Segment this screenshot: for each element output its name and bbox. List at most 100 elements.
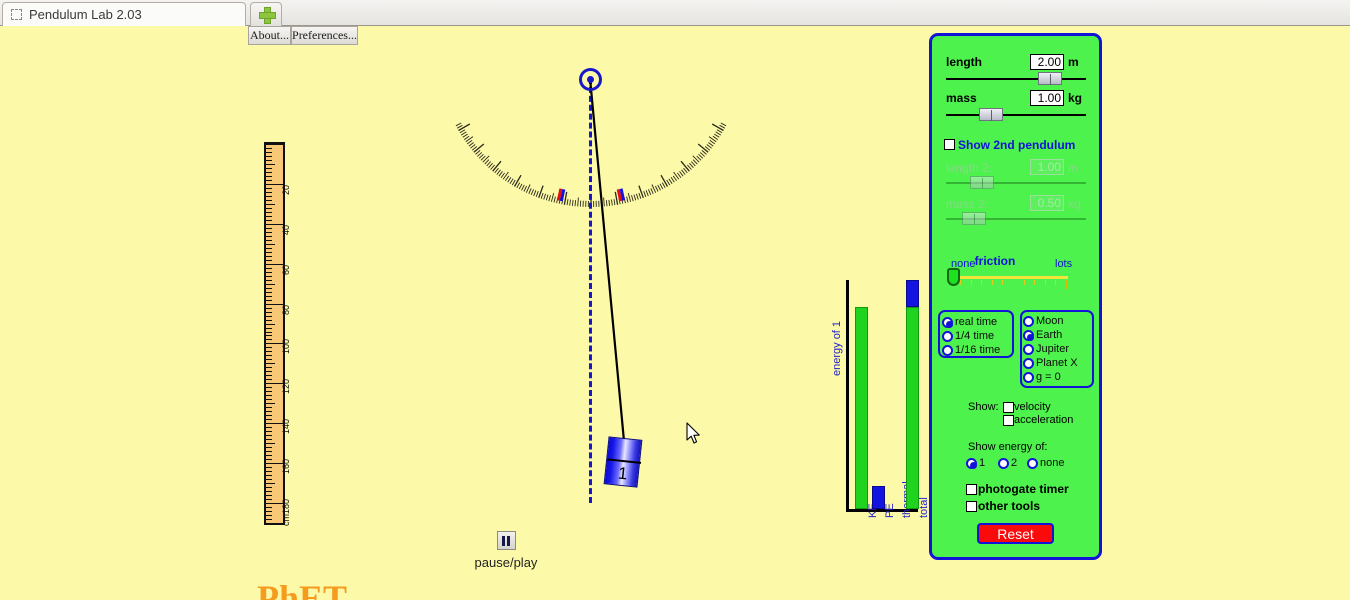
friction-tick [991, 280, 993, 285]
pause-bar-left [502, 535, 505, 546]
energy-bar-segment [906, 280, 919, 308]
radio-label: 1/4 time [955, 330, 995, 342]
friction-tick [1055, 280, 1057, 285]
time-option-1-16-time[interactable]: 1/16 time [942, 344, 1000, 356]
time-option-real-time[interactable]: real time [942, 316, 997, 328]
other-tools-checkbox[interactable] [966, 501, 977, 512]
window-tab[interactable]: Pendulum Lab 2.03 [2, 2, 246, 26]
plus-icon [258, 7, 276, 24]
window-title: Pendulum Lab 2.03 [29, 7, 142, 22]
mass-unit: kg [1068, 91, 1083, 105]
radio-dot[interactable] [998, 457, 1009, 469]
show-velocity-checkbox[interactable] [1003, 402, 1014, 413]
new-tab-button[interactable] [250, 2, 282, 26]
show-energy-option-1[interactable]: 1 [966, 457, 985, 469]
time-option-1-4-time[interactable]: 1/4 time [942, 330, 994, 342]
application-window: Pendulum Lab 2.03 About... Preferences..… [0, 0, 1350, 600]
radio-dot[interactable] [1023, 329, 1034, 341]
friction-tick [960, 280, 961, 285]
gravity-option-earth[interactable]: Earth [1023, 329, 1062, 341]
photogate-timer-checkbox[interactable] [966, 484, 977, 495]
bob-label: 1 [617, 463, 629, 484]
length2-value: 1.00 [1030, 159, 1064, 175]
radio-label: 2 [1011, 457, 1018, 469]
friction-max-label: lots [1055, 258, 1073, 270]
gravity-option-jupiter[interactable]: Jupiter [1023, 343, 1069, 355]
radio-dot[interactable] [1027, 457, 1038, 469]
mass-slider-track[interactable] [946, 114, 1086, 116]
mass2-slider-thumb [962, 212, 986, 225]
show-energy-option-2[interactable]: 2 [998, 457, 1017, 469]
radio-label: Earth [1036, 329, 1063, 341]
friction-tick [1066, 280, 1067, 289]
window-icon [11, 9, 22, 20]
mass-slider-thumb[interactable] [978, 108, 1003, 121]
friction-slider-thumb[interactable] [947, 268, 960, 286]
mass-value[interactable]: 1.00 [1030, 90, 1064, 106]
energy-bar [906, 280, 919, 509]
friction-tick [1044, 280, 1046, 285]
friction-tick [1002, 280, 1004, 285]
energy-bar-segment [855, 307, 868, 509]
pendulum-rod [588, 77, 626, 442]
radio-label: Planet X [1036, 357, 1078, 369]
show-2nd-pendulum-checkbox[interactable] [944, 139, 955, 150]
pause-icon[interactable] [496, 531, 516, 550]
gravity-option-moon[interactable]: Moon [1023, 315, 1064, 327]
mass-label: mass [946, 91, 977, 105]
radio-label: Jupiter [1036, 343, 1070, 355]
length2-slider-track [946, 182, 1086, 184]
length-value[interactable]: 2.00 [1030, 54, 1064, 70]
radio-dot[interactable] [966, 457, 977, 469]
radio-dot[interactable] [942, 330, 953, 342]
radio-dot[interactable] [942, 344, 953, 356]
energy-bar-segment [906, 307, 919, 509]
show-velocity-label[interactable]: velocity [1014, 401, 1051, 413]
show-energy-option-none[interactable]: none [1027, 457, 1064, 469]
radio-dot[interactable] [1023, 343, 1034, 355]
friction-slider-track[interactable] [958, 276, 1068, 279]
mouse-cursor [686, 422, 700, 444]
length-slider-thumb[interactable] [1037, 72, 1062, 85]
radio-dot[interactable] [1023, 315, 1034, 327]
energy-bar-chart: energy of 1 KEPEthermaltotal [831, 280, 930, 550]
friction-tick [970, 280, 972, 285]
pendulum-bob[interactable]: 1 [603, 436, 643, 488]
photogate-timer-label[interactable]: photogate timer [978, 482, 1069, 496]
radio-label: none [1040, 457, 1065, 469]
reset-button[interactable]: Reset [977, 523, 1054, 544]
energy-bar-label: PE [884, 503, 896, 518]
gravity-option-planet-x[interactable]: Planet X [1023, 357, 1078, 369]
show-label: Show: [968, 401, 999, 413]
length-label: length [946, 55, 982, 69]
radio-dot[interactable] [942, 316, 953, 328]
pause-play-control[interactable]: pause/play [472, 531, 540, 570]
friction-tick [981, 280, 983, 285]
radio-label: real time [955, 316, 998, 328]
pivot-center-dot [587, 76, 594, 83]
other-tools-label[interactable]: other tools [978, 499, 1040, 513]
friction-tick [1034, 280, 1036, 285]
friction-tick [1023, 280, 1025, 285]
show-2nd-pendulum-label[interactable]: Show 2nd pendulum [958, 138, 1075, 152]
phet-logo: PhET [257, 578, 348, 600]
mass2-unit: kg [1068, 197, 1081, 211]
gravity-option-g-0[interactable]: g = 0 [1023, 371, 1061, 383]
mass2-label: mass 2: [946, 197, 989, 211]
pause-play-label: pause/play [474, 555, 538, 570]
radio-dot[interactable] [1023, 371, 1034, 383]
show-acceleration-label[interactable]: acceleration [1014, 414, 1073, 426]
friction-title: friction [974, 254, 1016, 268]
length2-unit: m [1068, 161, 1078, 175]
simulation-stage: 1 pause/play PhET [0, 26, 930, 600]
length2-label: length 2: [946, 161, 993, 175]
radio-label: Moon [1036, 315, 1064, 327]
energy-chart-plot: KEPEthermaltotal [846, 280, 930, 518]
length-slider-track[interactable] [946, 78, 1086, 80]
mass2-value: 0.50 [1030, 195, 1064, 211]
energy-axis-label: energy of 1 [831, 320, 843, 376]
radio-label: g = 0 [1036, 371, 1061, 383]
show-acceleration-checkbox[interactable] [1003, 415, 1014, 426]
radio-dot[interactable] [1023, 357, 1034, 369]
friction-tick [1013, 280, 1014, 289]
